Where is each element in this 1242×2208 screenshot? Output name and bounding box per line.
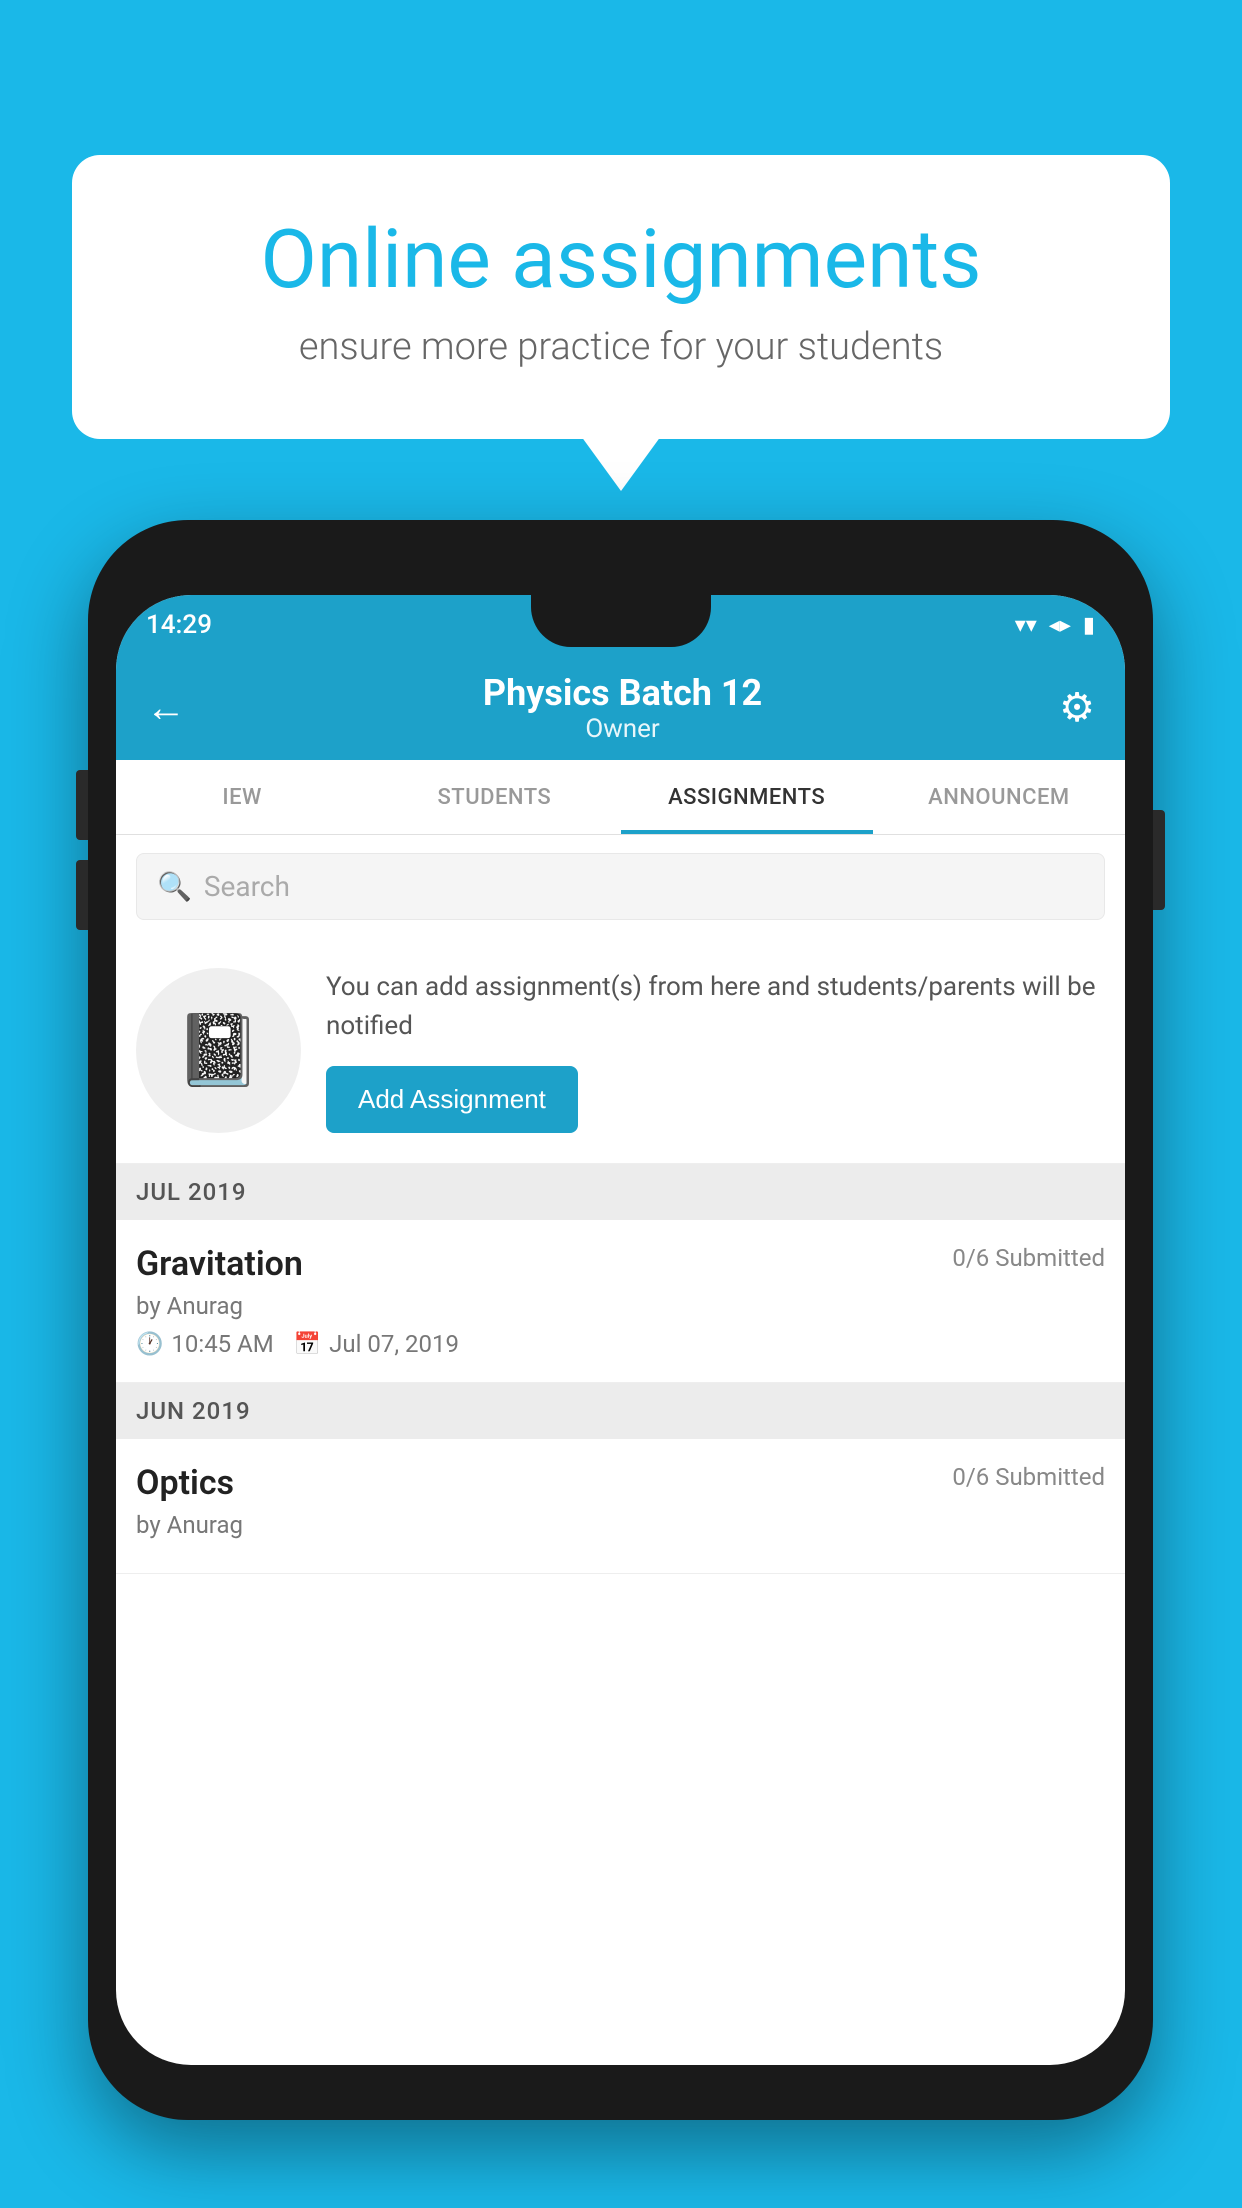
speech-bubble-container: Online assignments ensure more practice … — [72, 155, 1170, 439]
assignment-meta: 🕐 10:45 AM 📅 Jul 07, 2019 — [136, 1330, 1105, 1358]
screen-inner: 14:29 ▾▾ ◂▸ ▮ ← Physics Batch 12 Owner ⚙ — [116, 595, 1125, 2065]
phone-notch — [531, 595, 711, 647]
battery-icon: ▮ — [1083, 613, 1095, 638]
month-header-jun: JUN 2019 — [116, 1383, 1125, 1439]
assignment-author: by Anurag — [136, 1292, 1105, 1320]
month-label-jun: JUN 2019 — [136, 1397, 251, 1425]
assignment-author-optics: by Anurag — [136, 1511, 1105, 1539]
volume-down-button — [76, 860, 88, 930]
tabs-container: IEW STUDENTS ASSIGNMENTS ANNOUNCEM — [116, 760, 1125, 835]
month-label-jul: JUL 2019 — [136, 1178, 247, 1206]
content-area: 🔍 Search 📓 You can add assignment(s) fro… — [116, 835, 1125, 2065]
tab-assignments[interactable]: ASSIGNMENTS — [621, 760, 873, 834]
search-placeholder: Search — [204, 870, 290, 903]
phone-container: 14:29 ▾▾ ◂▸ ▮ ← Physics Batch 12 Owner ⚙ — [88, 520, 1153, 2120]
assignment-item-gravitation[interactable]: Gravitation 0/6 Submitted by Anurag 🕐 10… — [116, 1220, 1125, 1383]
settings-icon[interactable]: ⚙ — [1059, 684, 1095, 731]
month-header-jul: JUL 2019 — [116, 1164, 1125, 1220]
promo-section: 📓 You can add assignment(s) from here an… — [116, 938, 1125, 1164]
assignment-top-row: Gravitation 0/6 Submitted — [136, 1244, 1105, 1284]
assignment-title-optics: Optics — [136, 1463, 234, 1503]
app-bar-title: Physics Batch 12 — [483, 672, 762, 714]
status-icons: ▾▾ ◂▸ ▮ — [1015, 613, 1095, 638]
app-bar-title-area: Physics Batch 12 Owner — [483, 672, 762, 744]
wifi-icon: ▾▾ — [1015, 613, 1037, 638]
power-button — [1153, 810, 1165, 910]
promo-text: You can add assignment(s) from here and … — [326, 968, 1105, 1046]
tab-students[interactable]: STUDENTS — [368, 760, 620, 834]
bubble-title: Online assignments — [152, 215, 1090, 305]
search-input-wrapper[interactable]: 🔍 Search — [136, 853, 1105, 920]
assignment-item-optics[interactable]: Optics 0/6 Submitted by Anurag — [116, 1439, 1125, 1574]
time-meta: 🕐 10:45 AM — [136, 1330, 274, 1358]
add-assignment-button[interactable]: Add Assignment — [326, 1066, 578, 1133]
app-bar: ← Physics Batch 12 Owner ⚙ — [116, 655, 1125, 760]
search-container: 🔍 Search — [116, 835, 1125, 938]
clock-icon: 🕐 — [136, 1332, 163, 1357]
notebook-icon: 📓 — [175, 1010, 262, 1092]
promo-icon-circle: 📓 — [136, 968, 301, 1133]
assignment-top-row-optics: Optics 0/6 Submitted — [136, 1463, 1105, 1503]
bubble-subtitle: ensure more practice for your students — [152, 325, 1090, 369]
volume-up-button — [76, 770, 88, 840]
back-button[interactable]: ← — [146, 684, 186, 731]
phone-screen: 14:29 ▾▾ ◂▸ ▮ ← Physics Batch 12 Owner ⚙ — [116, 595, 1125, 2065]
calendar-icon: 📅 — [294, 1332, 321, 1357]
app-bar-subtitle: Owner — [483, 714, 762, 744]
promo-content: You can add assignment(s) from here and … — [326, 968, 1105, 1133]
search-icon: 🔍 — [157, 870, 192, 903]
assignment-submitted-optics: 0/6 Submitted — [952, 1463, 1105, 1491]
tab-iew[interactable]: IEW — [116, 760, 368, 834]
assignment-time: 10:45 AM — [171, 1330, 273, 1358]
phone-body: 14:29 ▾▾ ◂▸ ▮ ← Physics Batch 12 Owner ⚙ — [88, 520, 1153, 2120]
speech-bubble: Online assignments ensure more practice … — [72, 155, 1170, 439]
signal-icon: ◂▸ — [1049, 613, 1071, 638]
assignment-date: Jul 07, 2019 — [329, 1330, 459, 1358]
status-time: 14:29 — [146, 610, 212, 640]
assignment-title: Gravitation — [136, 1244, 303, 1284]
assignment-submitted: 0/6 Submitted — [952, 1244, 1105, 1272]
tab-announcements[interactable]: ANNOUNCEM — [873, 760, 1125, 834]
date-meta: 📅 Jul 07, 2019 — [294, 1330, 459, 1358]
